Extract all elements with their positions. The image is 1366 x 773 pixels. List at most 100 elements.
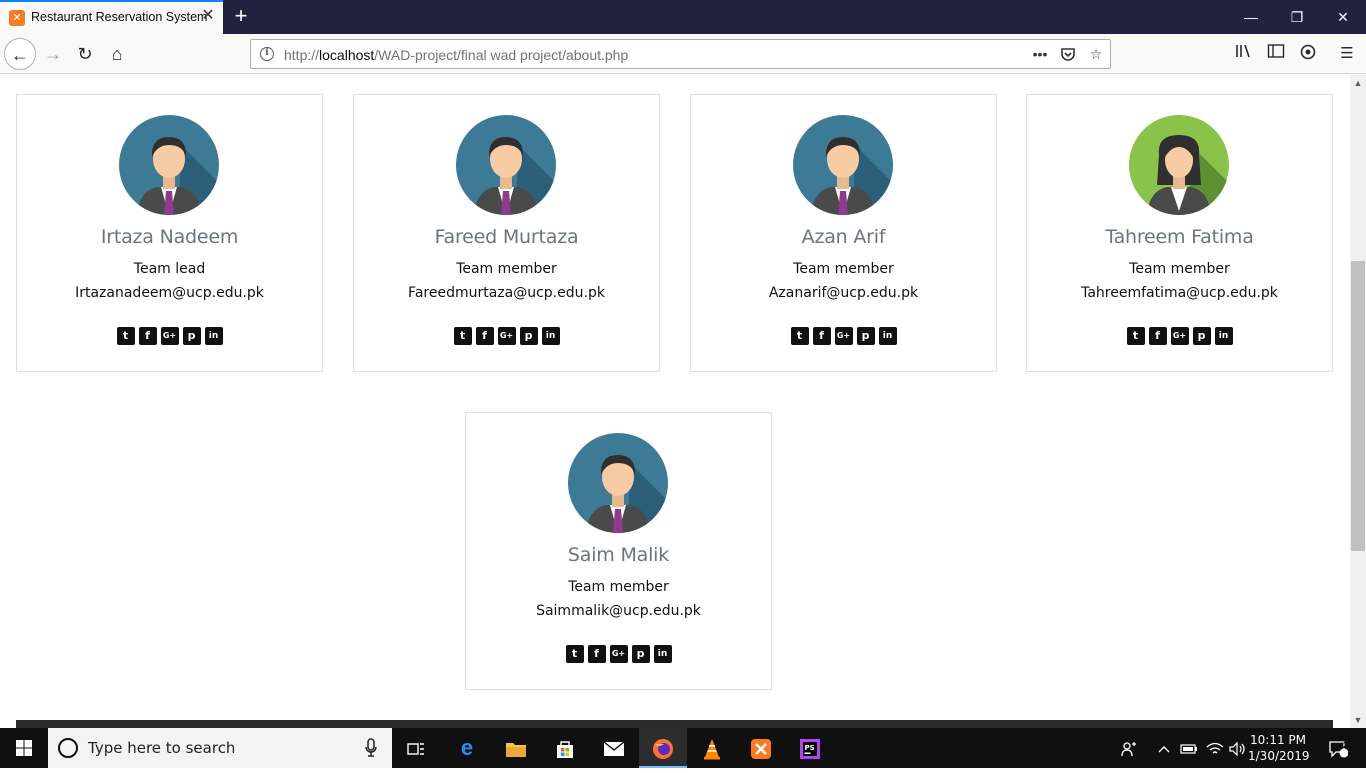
menu-hamburger-icon[interactable]: ☰ xyxy=(1336,43,1358,65)
firefox-icon[interactable] xyxy=(639,728,687,768)
twitter-icon[interactable]: t xyxy=(1126,327,1145,345)
member-email: Irtazanadeem@ucp.edu.pk xyxy=(75,285,264,301)
pinterest-icon[interactable]: p xyxy=(519,327,538,345)
footer-top-edge xyxy=(16,720,1333,728)
file-explorer-icon[interactable] xyxy=(492,728,540,768)
restore-icon[interactable]: ❐ xyxy=(1274,0,1320,34)
linkedin-icon[interactable]: in xyxy=(653,645,672,663)
vlc-icon[interactable] xyxy=(688,728,736,768)
action-center-icon[interactable]: 2 xyxy=(1318,728,1358,768)
facebook-icon[interactable]: f xyxy=(475,327,494,345)
linkedin-icon[interactable]: in xyxy=(1214,327,1233,345)
member-role: Team member xyxy=(456,261,557,277)
page-content: Irtaza Nadeem Team lead Irtazanadeem@ucp… xyxy=(0,75,1350,728)
member-role: Team lead xyxy=(133,261,206,277)
scroll-up-arrow-icon[interactable]: ▲ xyxy=(1350,75,1366,91)
taskbar-search-box[interactable]: Type here to search xyxy=(48,728,392,768)
social-links: t f G+ p in xyxy=(17,327,322,345)
team-card: Fareed Murtaza Team member Fareedmurtaza… xyxy=(353,94,660,372)
linkedin-icon[interactable]: in xyxy=(878,327,897,345)
scroll-down-arrow-icon[interactable]: ▼ xyxy=(1350,712,1366,728)
pinterest-icon[interactable]: p xyxy=(856,327,875,345)
search-placeholder: Type here to search xyxy=(88,739,236,757)
new-tab-icon[interactable]: + xyxy=(230,4,252,28)
address-bar[interactable]: i http://localhost/WAD-project/final wad… xyxy=(250,39,1111,69)
back-arrow-icon[interactable]: ← xyxy=(4,38,36,70)
svg-text:PS: PS xyxy=(805,744,815,752)
url-path: /WAD-project/final wad project/about.php xyxy=(374,47,629,63)
google-plus-icon[interactable]: G+ xyxy=(160,327,179,345)
member-email: Fareedmurtaza@ucp.edu.pk xyxy=(408,285,605,301)
male-avatar xyxy=(793,115,893,215)
member-email: Tahreemfatima@ucp.edu.pk xyxy=(1081,285,1278,301)
reload-icon[interactable]: ↻ xyxy=(69,38,101,70)
xampp-icon: ✕ xyxy=(9,10,25,26)
bookmark-star-icon[interactable]: ☆ xyxy=(1085,44,1107,64)
member-name: Tahreem Fatima xyxy=(1105,226,1254,248)
member-name: Fareed Murtaza xyxy=(434,226,579,248)
member-name: Saim Malik xyxy=(567,544,670,566)
volume-icon[interactable] xyxy=(1227,728,1247,768)
member-role: Team member xyxy=(793,261,894,277)
google-plus-icon[interactable]: G+ xyxy=(1170,327,1189,345)
sync-icon[interactable] xyxy=(1297,43,1319,65)
clock-time: 10:11 PM xyxy=(1250,733,1306,747)
google-plus-icon[interactable]: G+ xyxy=(834,327,853,345)
task-view-icon[interactable] xyxy=(392,728,440,768)
pinterest-icon[interactable]: p xyxy=(631,645,650,663)
show-hidden-icons-chevron-icon[interactable] xyxy=(1155,728,1173,768)
minimize-icon[interactable]: — xyxy=(1228,0,1274,34)
member-email: Saimmalik@ucp.edu.pk xyxy=(536,603,701,619)
facebook-icon[interactable]: f xyxy=(587,645,606,663)
page-actions-icon[interactable]: ••• xyxy=(1029,44,1051,64)
phpstorm-icon[interactable]: PS xyxy=(786,728,834,768)
scrollbar-thumb[interactable] xyxy=(1351,261,1365,551)
edge-browser-icon[interactable]: e xyxy=(443,728,491,768)
google-plus-icon[interactable]: G+ xyxy=(497,327,516,345)
google-plus-icon[interactable]: G+ xyxy=(609,645,628,663)
vertical-scrollbar[interactable]: ▲ ▼ xyxy=(1350,75,1366,728)
site-info-icon[interactable]: i xyxy=(260,47,274,61)
microsoft-store-icon[interactable] xyxy=(541,728,589,768)
linkedin-icon[interactable]: in xyxy=(541,327,560,345)
social-links: t f G+ p in xyxy=(354,327,659,345)
facebook-icon[interactable]: f xyxy=(138,327,157,345)
close-window-icon[interactable]: ✕ xyxy=(1320,0,1366,34)
system-clock[interactable]: 10:11 PM 1/30/2019 xyxy=(1248,732,1310,764)
pocket-icon[interactable] xyxy=(1057,44,1079,64)
pinterest-icon[interactable]: p xyxy=(182,327,201,345)
sidebar-icon[interactable] xyxy=(1265,43,1287,65)
forward-arrow-icon[interactable]: → xyxy=(37,38,69,70)
twitter-icon[interactable]: t xyxy=(453,327,472,345)
microphone-icon[interactable] xyxy=(364,738,378,758)
people-icon[interactable] xyxy=(1118,728,1140,768)
xampp-icon[interactable] xyxy=(737,728,785,768)
library-icon[interactable] xyxy=(1233,43,1255,65)
cortana-icon xyxy=(58,738,78,758)
twitter-icon[interactable]: t xyxy=(790,327,809,345)
male-avatar xyxy=(568,433,668,533)
clock-date: 1/30/2019 xyxy=(1248,749,1310,763)
social-links: t f G+ p in xyxy=(466,645,771,663)
team-card: Saim Malik Team member Saimmalik@ucp.edu… xyxy=(465,412,772,690)
windows-taskbar: Type here to search e PS 10:11 PM 1/30/2… xyxy=(0,728,1366,768)
wifi-icon[interactable] xyxy=(1204,728,1226,768)
team-card: Azan Arif Team member Azanarif@ucp.edu.p… xyxy=(690,94,997,372)
browser-tab[interactable]: ✕ Restaurant Reservation System ✕ xyxy=(0,0,223,34)
url-text[interactable]: http://localhost/WAD-project/final wad p… xyxy=(284,47,628,63)
url-host: localhost xyxy=(319,47,375,63)
home-icon[interactable]: ⌂ xyxy=(101,38,133,70)
battery-icon[interactable] xyxy=(1178,728,1200,768)
pinterest-icon[interactable]: p xyxy=(1192,327,1211,345)
male-avatar xyxy=(456,115,556,215)
twitter-icon[interactable]: t xyxy=(565,645,584,663)
mail-icon[interactable] xyxy=(590,728,638,768)
notification-count-badge: 2 xyxy=(1342,740,1348,750)
windows-start-button[interactable] xyxy=(0,728,48,768)
linkedin-icon[interactable]: in xyxy=(204,327,223,345)
facebook-icon[interactable]: f xyxy=(812,327,831,345)
facebook-icon[interactable]: f xyxy=(1148,327,1167,345)
twitter-icon[interactable]: t xyxy=(116,327,135,345)
member-role: Team member xyxy=(568,579,669,595)
close-tab-icon[interactable]: ✕ xyxy=(199,7,217,25)
